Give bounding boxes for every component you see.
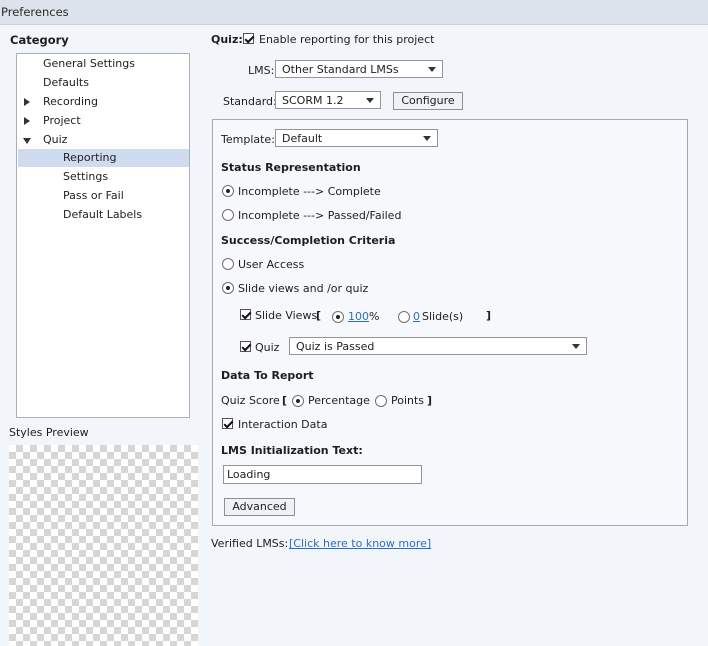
quiz-score-points-label: Points [391, 394, 425, 407]
user-access-radio[interactable] [222, 258, 234, 270]
tree-item-label: Project [43, 114, 81, 127]
lms-init-text-value: Loading [227, 468, 271, 481]
quiz-score-bracket-open: [ [282, 394, 288, 407]
data-to-report-heading: Data To Report [221, 369, 314, 382]
collapse-arrow-icon[interactable] [23, 138, 31, 144]
title-bar: Preferences [0, 0, 708, 25]
quiz-criteria-select-value: Quiz is Passed [296, 340, 375, 353]
tree-item-label: Default Labels [63, 208, 143, 221]
slide-views-label: Slide Views [255, 309, 318, 322]
slide-count-radio[interactable] [398, 311, 410, 323]
dropdown-arrow-icon [428, 67, 436, 72]
category-title: Category [10, 33, 69, 47]
tree-item-recording[interactable]: Recording [18, 93, 189, 111]
lms-select[interactable]: Other Standard LMSs [275, 60, 443, 78]
quiz-label: Quiz: [211, 33, 243, 46]
enable-reporting-checkbox[interactable] [243, 33, 254, 44]
slide-count-value[interactable]: 0 [413, 310, 420, 323]
tree-item-label: Pass or Fail [63, 189, 124, 202]
quiz-criteria-select[interactable]: Quiz is Passed [289, 337, 587, 355]
tree-item-project[interactable]: Project [18, 112, 189, 130]
reporting-panel: Template: Default Status Representation … [212, 119, 688, 526]
quiz-score-points-radio[interactable] [375, 395, 387, 407]
standard-select-value: SCORM 1.2 [282, 94, 344, 107]
dropdown-arrow-icon [423, 136, 431, 141]
quiz-criteria-label: Quiz [255, 341, 280, 354]
slide-views-quiz-label: Slide views and /or quiz [238, 282, 369, 295]
slide-percent-unit: % [369, 310, 380, 323]
verified-lms-label: Verified LMSs: [211, 537, 289, 550]
styles-preview-label: Styles Preview [9, 426, 89, 439]
status-complete-radio[interactable] [222, 185, 234, 197]
tree-item-default-labels[interactable]: Default Labels [18, 206, 189, 224]
tree-item-label: Recording [43, 95, 99, 108]
expand-arrow-icon[interactable] [24, 98, 30, 106]
status-heading: Status Representation [221, 161, 361, 174]
standard-select[interactable]: SCORM 1.2 [275, 91, 381, 109]
slide-views-bracket-open: [ [316, 309, 322, 322]
lms-label: LMS: [248, 64, 275, 77]
status-complete-label: Incomplete ---> Complete [238, 185, 381, 198]
slide-views-checkbox[interactable] [240, 309, 251, 320]
tree-item-label: Reporting [63, 151, 117, 164]
slide-percent-value[interactable]: 100 [348, 310, 369, 323]
slide-views-quiz-radio[interactable] [222, 282, 234, 294]
lms-init-text-input[interactable]: Loading [223, 465, 422, 484]
status-passed-failed-radio[interactable] [222, 209, 234, 221]
quiz-score-bracket-close: ] [427, 394, 433, 407]
interaction-data-checkbox[interactable] [222, 418, 233, 429]
verified-lms-link[interactable]: [Click here to know more] [289, 537, 431, 550]
quiz-score-label: Quiz Score [221, 394, 280, 407]
template-select[interactable]: Default [275, 129, 438, 147]
tree-item-quiz[interactable]: Quiz [18, 131, 189, 149]
tree-item-label: Quiz [43, 133, 68, 146]
template-label: Template: [221, 133, 275, 146]
user-access-label: User Access [238, 258, 305, 271]
tree-item-settings[interactable]: Settings [18, 168, 189, 186]
configure-button[interactable]: Configure [393, 92, 463, 110]
quiz-criteria-checkbox[interactable] [240, 341, 251, 352]
tree-item-defaults[interactable]: Defaults [18, 74, 189, 92]
slide-views-bracket-close: ] [486, 309, 492, 322]
window-title: Preferences [1, 5, 69, 19]
tree-item-label: General Settings [43, 57, 135, 70]
quiz-score-percentage-radio[interactable] [292, 395, 304, 407]
criteria-heading: Success/Completion Criteria [221, 234, 396, 247]
expand-arrow-icon[interactable] [24, 117, 30, 125]
enable-reporting-label: Enable reporting for this project [259, 33, 435, 46]
tree-item-general-settings[interactable]: General Settings [18, 55, 189, 73]
slide-count-unit: Slide(s) [422, 310, 464, 323]
interaction-data-label: Interaction Data [238, 418, 328, 431]
standard-label: Standard: [223, 95, 277, 108]
category-tree: General Settings Defaults Recording Proj… [16, 53, 190, 418]
advanced-button[interactable]: Advanced [224, 498, 295, 516]
tree-item-reporting[interactable]: Reporting [18, 149, 189, 167]
lms-select-value: Other Standard LMSs [282, 63, 399, 76]
quiz-score-percentage-label: Percentage [308, 394, 370, 407]
template-select-value: Default [282, 132, 323, 145]
tree-item-label: Defaults [43, 76, 89, 89]
tree-item-label: Settings [63, 170, 109, 183]
status-passed-failed-label: Incomplete ---> Passed/Failed [238, 209, 402, 222]
dropdown-arrow-icon [366, 98, 374, 103]
tree-item-pass-or-fail[interactable]: Pass or Fail [18, 187, 189, 205]
dropdown-arrow-icon [572, 344, 580, 349]
styles-preview-canvas [9, 445, 198, 646]
lms-init-heading: LMS Initialization Text: [221, 444, 363, 457]
slide-percent-radio[interactable] [332, 311, 344, 323]
